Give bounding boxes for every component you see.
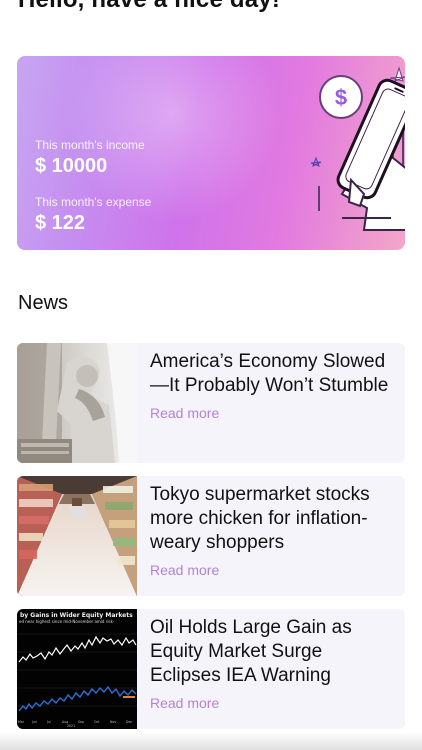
supermarket-aisle-icon [17,476,137,596]
hand-holding-phone-icon: $ [310,66,405,231]
news-title[interactable]: Oil Holds Large Gain as Equity Market Su… [150,616,397,688]
news-content: America’s Economy Slowed—It Probably Won… [137,343,405,463]
svg-text:Nov: Nov [110,720,116,724]
expense-block: This month's expense $ 122 [35,195,151,235]
stock-chart-icon: by Gains in Wider Equity Markets ed near… [17,609,137,729]
news-thumbnail-statue[interactable] [17,343,137,463]
read-more-link[interactable]: Read more [150,695,397,711]
expense-value: $ 122 [35,212,86,234]
news-thumbnail-supermarket[interactable] [17,476,137,596]
svg-text:2021: 2021 [67,724,75,728]
news-content: Oil Holds Large Gain as Equity Market Su… [137,609,405,729]
news-thumbnail-market-chart[interactable]: by Gains in Wider Equity Markets ed near… [17,609,137,729]
svg-text:Jun: Jun [31,720,37,724]
news-title[interactable]: Tokyo supermarket stocks more chicken fo… [150,483,397,555]
svg-text:$: $ [335,85,347,110]
news-section-title: News [18,292,69,314]
income-label: This month's income [35,138,145,152]
greeting-title: Hello, have a nice day! [18,0,280,14]
income-value: $ 10000 [35,155,108,177]
scroll-fade-shadow [0,732,422,750]
read-more-link[interactable]: Read more [150,562,397,578]
expense-label: This month's expense [35,195,152,209]
news-item-oil[interactable]: by Gains in Wider Equity Markets ed near… [17,609,405,729]
svg-text:Jul: Jul [46,720,51,724]
news-content: Tokyo supermarket stocks more chicken fo… [137,476,405,596]
read-more-link[interactable]: Read more [150,405,397,421]
svg-text:Oct: Oct [94,720,100,724]
chart-caption-line-2: ed near highest since mid-November amid … [19,619,115,624]
svg-text:Mar: Mar [18,720,25,724]
chart-caption-line-1: by Gains in Wider Equity Markets [20,612,133,619]
svg-text:Dec: Dec [126,720,132,724]
monthly-summary-card[interactable]: This month's income $ 10000 This month's… [17,56,405,250]
news-item-economy[interactable]: America’s Economy Slowed—It Probably Won… [17,343,405,463]
news-item-supermarket[interactable]: Tokyo supermarket stocks more chicken fo… [17,476,405,596]
statue-photo-icon [17,343,137,463]
news-title[interactable]: America’s Economy Slowed—It Probably Won… [150,350,397,398]
svg-text:Sep: Sep [78,720,84,724]
income-block: This month's income $ 10000 [35,138,145,178]
